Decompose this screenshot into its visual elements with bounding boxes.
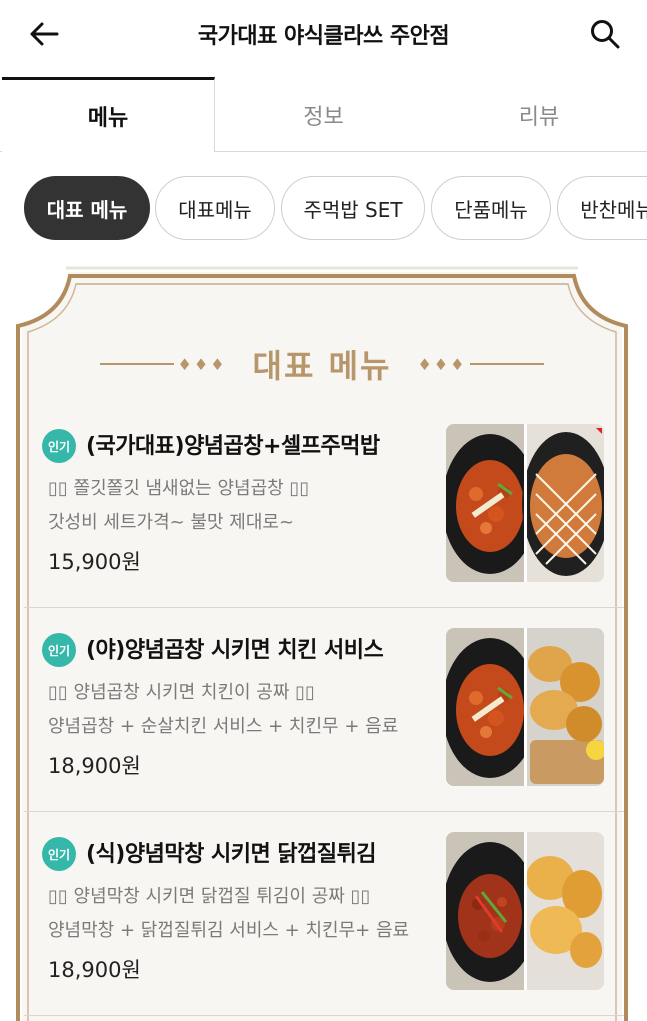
section-title: 대표 메뉴 [252,347,392,385]
category-chips: 대표 메뉴 대표메뉴 주먹밥 SET 단품메뉴 반찬메뉴 [0,176,647,240]
left-ornament: ♦♦♦ [99,355,231,374]
menu-item-photo [446,424,604,582]
menu-item-name: (야)양념곱창 시키면 치킨 서비스 [86,638,384,663]
right-ornament: ♦♦♦ [413,355,545,374]
menu-item[interactable]: 인기 (국가대표)양념곱창+셀프주먹밥 ▯▯ 쫄깃쫄깃 냄새없는 양념곱창 ▯▯… [24,404,624,608]
section-heading: ♦♦♦ 대표 메뉴 ♦♦♦ [10,340,634,388]
menu-item-desc-2: 갓성비 세트가격~ 불맛 제대로~ [48,512,295,533]
tab-info[interactable]: 정보 [216,77,431,152]
tab-menu[interactable]: 메뉴 [2,77,215,152]
menu-item[interactable]: 인기 (야)양념곱창 시키면 치킨 서비스 ▯▯ 양념곱창 시키면 치킨이 공짜… [24,608,624,812]
chip-featured-menu[interactable]: 대표 메뉴 [24,176,150,240]
menu-item-desc: ▯▯ 양념곱창 시키면 치킨이 공짜 ▯▯ [48,682,315,703]
menu-item-desc-2: 양념막창 + 닭껍질튀김 서비스 + 치킨무+ 음료 [48,920,410,941]
menu-item-desc: ▯▯ 양념막창 시키면 닭껍질 튀김이 공짜 ▯▯ [48,886,371,907]
chip-single-menu[interactable]: 단품메뉴 [431,176,551,240]
menu-item[interactable]: 인기 (식)양념막창 시키면 닭껍질튀김 ▯▯ 양념막창 시키면 닭껍질 튀김이… [24,812,624,1016]
featured-menu-board: ♦♦♦ 대표 메뉴 ♦♦♦ 인기 (국가대표)양념곱창+셀프주먹밥 ▯▯ 쫄깃쫄… [10,264,634,1021]
menu-item-price: 15,900원 [48,550,141,574]
chip-main-menu[interactable]: 대표메뉴 [155,176,275,240]
menu-item-desc-2: 양념곱창 + 순살치킨 서비스 + 치킨무 + 음료 [48,716,399,737]
search-icon[interactable] [585,14,625,54]
menu-item-photo [446,628,604,786]
tab-bar: 메뉴 정보 리뷰 [0,77,647,152]
menu-item-name: (국가대표)양념곱창+셀프주먹밥 [86,434,380,459]
tab-review[interactable]: 리뷰 [431,77,647,152]
popular-badge: 인기 [42,837,76,871]
store-title: 국가대표 야식클라쓰 주안점 [197,24,450,49]
popular-badge: 인기 [42,633,76,667]
menu-item-photo [446,832,604,990]
menu-item-price: 18,900원 [48,958,141,982]
menu-item-name: (식)양념막창 시키면 닭껍질튀김 [86,842,377,867]
menu-item-desc: ▯▯ 쫄깃쫄깃 냄새없는 양념곱창 ▯▯ [48,478,310,499]
menu-list: 인기 (국가대표)양념곱창+셀프주먹밥 ▯▯ 쫄깃쫄깃 냄새없는 양념곱창 ▯▯… [24,404,624,1016]
app-header: 국가대표 야식클라쓰 주안점 [0,0,647,72]
popular-badge: 인기 [42,429,76,463]
chip-rice-ball-set[interactable]: 주먹밥 SET [281,176,425,240]
menu-item-price: 18,900원 [48,754,141,778]
chip-side-menu[interactable]: 반찬메뉴 [557,176,647,240]
